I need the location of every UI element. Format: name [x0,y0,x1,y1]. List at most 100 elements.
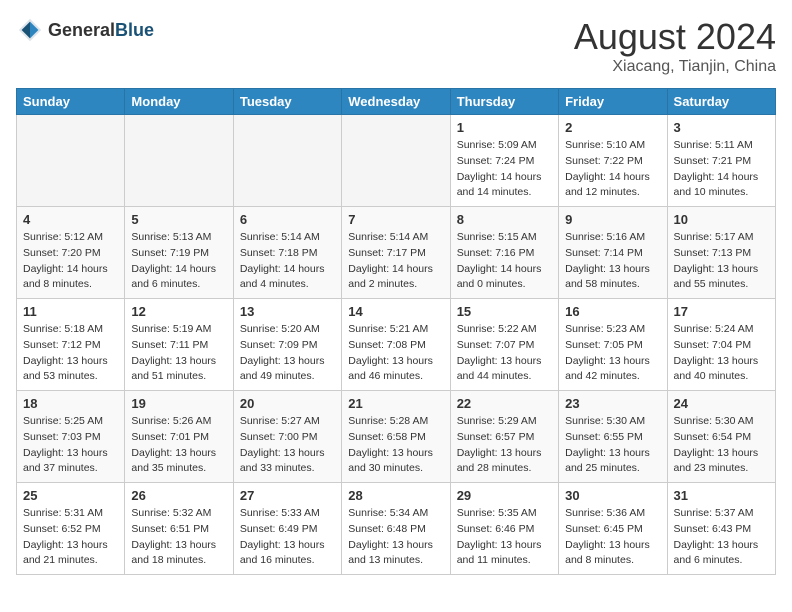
day-number: 20 [240,396,335,411]
calendar-week-row: 18 Sunrise: 5:25 AM Sunset: 7:03 PM Dayli… [17,391,776,483]
day-number: 18 [23,396,118,411]
weekday-header-wednesday: Wednesday [342,89,450,115]
day-info: Sunrise: 5:34 AM Sunset: 6:48 PM Dayligh… [348,506,443,569]
day-number: 3 [674,120,769,135]
calendar-day-cell: 14 Sunrise: 5:21 AM Sunset: 7:08 PM Dayli… [342,299,450,391]
day-info: Sunrise: 5:26 AM Sunset: 7:01 PM Dayligh… [131,414,226,477]
calendar-day-cell: 5 Sunrise: 5:13 AM Sunset: 7:19 PM Daylig… [125,207,233,299]
calendar-day-cell: 24 Sunrise: 5:30 AM Sunset: 6:54 PM Dayli… [667,391,775,483]
day-info: Sunrise: 5:24 AM Sunset: 7:04 PM Dayligh… [674,322,769,385]
day-info: Sunrise: 5:16 AM Sunset: 7:14 PM Dayligh… [565,230,660,293]
day-info: Sunrise: 5:15 AM Sunset: 7:16 PM Dayligh… [457,230,552,293]
day-info: Sunrise: 5:10 AM Sunset: 7:22 PM Dayligh… [565,138,660,201]
day-info: Sunrise: 5:23 AM Sunset: 7:05 PM Dayligh… [565,322,660,385]
weekday-header-thursday: Thursday [450,89,558,115]
calendar-day-cell: 9 Sunrise: 5:16 AM Sunset: 7:14 PM Daylig… [559,207,667,299]
day-number: 14 [348,304,443,319]
calendar-day-cell: 20 Sunrise: 5:27 AM Sunset: 7:00 PM Dayli… [233,391,341,483]
day-number: 9 [565,212,660,227]
day-number: 19 [131,396,226,411]
calendar-table: SundayMondayTuesdayWednesdayThursdayFrid… [16,88,776,575]
weekday-header-saturday: Saturday [667,89,775,115]
day-info: Sunrise: 5:21 AM Sunset: 7:08 PM Dayligh… [348,322,443,385]
day-number: 16 [565,304,660,319]
calendar-day-cell: 29 Sunrise: 5:35 AM Sunset: 6:46 PM Dayli… [450,483,558,575]
day-info: Sunrise: 5:14 AM Sunset: 7:17 PM Dayligh… [348,230,443,293]
day-number: 4 [23,212,118,227]
calendar-day-cell: 30 Sunrise: 5:36 AM Sunset: 6:45 PM Dayli… [559,483,667,575]
calendar-day-cell: 31Sunrise: 5:37 AM Sunset: 6:43 PM Dayli… [667,483,775,575]
calendar-week-row: 25Sunrise: 5:31 AM Sunset: 6:52 PM Dayli… [17,483,776,575]
day-number: 13 [240,304,335,319]
day-info: Sunrise: 5:36 AM Sunset: 6:45 PM Dayligh… [565,506,660,569]
calendar-day-cell: 15 Sunrise: 5:22 AM Sunset: 7:07 PM Dayli… [450,299,558,391]
location-title: Xiacang, Tianjin, China [574,58,776,76]
weekday-header-row: SundayMondayTuesdayWednesdayThursdayFrid… [17,89,776,115]
day-number: 15 [457,304,552,319]
calendar-week-row: 11Sunrise: 5:18 AM Sunset: 7:12 PM Dayli… [17,299,776,391]
day-info: Sunrise: 5:30 AM Sunset: 6:54 PM Dayligh… [674,414,769,477]
day-number: 5 [131,212,226,227]
weekday-header-monday: Monday [125,89,233,115]
day-info: Sunrise: 5:35 AM Sunset: 6:46 PM Dayligh… [457,506,552,569]
calendar-day-cell: 3Sunrise: 5:11 AM Sunset: 7:21 PM Daylig… [667,115,775,207]
day-number: 12 [131,304,226,319]
day-info: Sunrise: 5:14 AM Sunset: 7:18 PM Dayligh… [240,230,335,293]
logo-blue: Blue [115,20,154,40]
calendar-day-cell [342,115,450,207]
calendar-day-cell: 2 Sunrise: 5:10 AM Sunset: 7:22 PM Daylig… [559,115,667,207]
day-info: Sunrise: 5:19 AM Sunset: 7:11 PM Dayligh… [131,322,226,385]
day-number: 26 [131,488,226,503]
day-info: Sunrise: 5:27 AM Sunset: 7:00 PM Dayligh… [240,414,335,477]
title-block: August 2024 Xiacang, Tianjin, China [574,16,776,76]
calendar-day-cell: 6 Sunrise: 5:14 AM Sunset: 7:18 PM Daylig… [233,207,341,299]
day-info: Sunrise: 5:17 AM Sunset: 7:13 PM Dayligh… [674,230,769,293]
day-info: Sunrise: 5:09 AM Sunset: 7:24 PM Dayligh… [457,138,552,201]
calendar-day-cell: 8 Sunrise: 5:15 AM Sunset: 7:16 PM Daylig… [450,207,558,299]
calendar-day-cell: 23Sunrise: 5:30 AM Sunset: 6:55 PM Dayli… [559,391,667,483]
day-number: 29 [457,488,552,503]
day-info: Sunrise: 5:37 AM Sunset: 6:43 PM Dayligh… [674,506,769,569]
day-info: Sunrise: 5:13 AM Sunset: 7:19 PM Dayligh… [131,230,226,293]
day-number: 30 [565,488,660,503]
calendar-day-cell: 16 Sunrise: 5:23 AM Sunset: 7:05 PM Dayli… [559,299,667,391]
day-info: Sunrise: 5:25 AM Sunset: 7:03 PM Dayligh… [23,414,118,477]
calendar-day-cell: 17Sunrise: 5:24 AM Sunset: 7:04 PM Dayli… [667,299,775,391]
logo: GeneralBlue [16,16,154,44]
calendar-day-cell: 10Sunrise: 5:17 AM Sunset: 7:13 PM Dayli… [667,207,775,299]
day-number: 7 [348,212,443,227]
day-number: 28 [348,488,443,503]
day-info: Sunrise: 5:20 AM Sunset: 7:09 PM Dayligh… [240,322,335,385]
day-info: Sunrise: 5:28 AM Sunset: 6:58 PM Dayligh… [348,414,443,477]
day-number: 21 [348,396,443,411]
day-info: Sunrise: 5:32 AM Sunset: 6:51 PM Dayligh… [131,506,226,569]
day-number: 23 [565,396,660,411]
day-info: Sunrise: 5:18 AM Sunset: 7:12 PM Dayligh… [23,322,118,385]
calendar-day-cell [233,115,341,207]
calendar-day-cell: 4 Sunrise: 5:12 AM Sunset: 7:20 PM Daylig… [17,207,125,299]
calendar-day-cell: 27Sunrise: 5:33 AM Sunset: 6:49 PM Dayli… [233,483,341,575]
day-info: Sunrise: 5:33 AM Sunset: 6:49 PM Dayligh… [240,506,335,569]
day-info: Sunrise: 5:29 AM Sunset: 6:57 PM Dayligh… [457,414,552,477]
day-info: Sunrise: 5:22 AM Sunset: 7:07 PM Dayligh… [457,322,552,385]
calendar-day-cell: 7 Sunrise: 5:14 AM Sunset: 7:17 PM Daylig… [342,207,450,299]
day-info: Sunrise: 5:12 AM Sunset: 7:20 PM Dayligh… [23,230,118,293]
calendar-day-cell: 21 Sunrise: 5:28 AM Sunset: 6:58 PM Dayli… [342,391,450,483]
calendar-day-cell: 19 Sunrise: 5:26 AM Sunset: 7:01 PM Dayli… [125,391,233,483]
day-number: 25 [23,488,118,503]
calendar-day-cell [17,115,125,207]
calendar-day-cell: 12 Sunrise: 5:19 AM Sunset: 7:11 PM Dayli… [125,299,233,391]
day-number: 2 [565,120,660,135]
calendar-day-cell: 13 Sunrise: 5:20 AM Sunset: 7:09 PM Dayli… [233,299,341,391]
day-number: 24 [674,396,769,411]
day-number: 6 [240,212,335,227]
month-title: August 2024 [574,16,776,58]
logo-general: General [48,20,115,40]
calendar-week-row: 4 Sunrise: 5:12 AM Sunset: 7:20 PM Daylig… [17,207,776,299]
day-number: 8 [457,212,552,227]
page-header: GeneralBlue August 2024 Xiacang, Tianjin… [16,16,776,76]
calendar-day-cell: 28 Sunrise: 5:34 AM Sunset: 6:48 PM Dayli… [342,483,450,575]
day-number: 1 [457,120,552,135]
calendar-day-cell: 25Sunrise: 5:31 AM Sunset: 6:52 PM Dayli… [17,483,125,575]
calendar-day-cell: 11Sunrise: 5:18 AM Sunset: 7:12 PM Dayli… [17,299,125,391]
